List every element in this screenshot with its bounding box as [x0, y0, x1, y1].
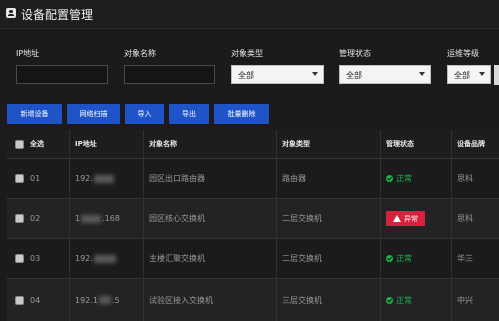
status-text: 正常: [396, 174, 412, 183]
filter-panel: IP地址 对象名称 对象类型 全部 管理状态 全部 运维等级 全部: [0, 36, 499, 94]
status-badge: 正常: [386, 295, 412, 306]
type-cell: 二层交换机: [282, 254, 322, 263]
name-cell: 主楼汇聚交换机: [149, 254, 205, 263]
status-badge: 正常: [386, 173, 412, 184]
row-select-cell: 03: [9, 239, 69, 278]
check-circle-icon: [386, 255, 393, 262]
table-row[interactable]: 02 1 .168 园区核心交换机 二层交换机 异常 思科: [7, 199, 499, 239]
ip-redaction: [93, 254, 116, 263]
title-bar: 设备配置管理: [0, 0, 499, 29]
status-text: 正常: [396, 295, 412, 305]
status-cell: 正常: [380, 279, 451, 321]
header-ip[interactable]: IP地址: [69, 130, 143, 158]
row-number: 01: [30, 174, 41, 183]
mgmt-status-select[interactable]: 全部: [339, 65, 431, 84]
ip-input[interactable]: [16, 65, 108, 84]
brand-cell: 华三: [457, 254, 473, 263]
table-row[interactable]: 03 192. 主楼汇聚交换机 二层交换机 正常 华三: [7, 239, 499, 279]
ops-level-value: 全部: [454, 71, 470, 80]
name-cell: 试验区接入交换机: [149, 295, 213, 305]
header-brand[interactable]: 设备品牌: [451, 130, 499, 158]
check-circle-icon: [386, 296, 393, 304]
select-all-checkbox[interactable]: [15, 139, 24, 149]
page-title: 设备配置管理: [21, 8, 94, 22]
ip-suffix: .168: [102, 214, 120, 223]
select-all-cell[interactable]: 全选: [9, 130, 69, 158]
name-cell: 园区出口路由器: [149, 174, 205, 183]
type-cell: 路由器: [282, 174, 306, 183]
batch-delete-button[interactable]: 批量删除: [214, 104, 269, 124]
name-cell: 园区核心交换机: [149, 214, 205, 223]
ip-redaction: [98, 296, 111, 304]
row-number: 03: [30, 254, 41, 263]
chevron-down-icon: [479, 72, 485, 76]
table-header: 全选 IP地址 对象名称 对象类型 管理状态 设备品牌: [7, 130, 499, 159]
mgmt-status-value: 全部: [346, 71, 362, 80]
ip-value: 192.1: [75, 295, 98, 305]
row-number: 04: [30, 295, 41, 305]
object-name-label: 对象名称: [124, 49, 156, 58]
row-checkbox[interactable]: [15, 214, 24, 223]
ip-suffix: .5: [111, 295, 120, 305]
ip-cell: 192.: [69, 159, 143, 198]
ip-redaction: [81, 214, 102, 223]
toolbar: 新增设备 网络扫描 导入 导出 批量删除: [0, 104, 499, 124]
status-text: 异常: [404, 214, 418, 223]
mgmt-status-label: 管理状态: [339, 49, 371, 58]
status-badge: 正常: [386, 253, 412, 264]
ip-value: 1: [75, 214, 81, 223]
table-row[interactable]: 01 192. 园区出口路由器 路由器 正常 思科: [7, 159, 499, 199]
row-select-cell: 01: [9, 159, 69, 198]
object-name-input[interactable]: [124, 65, 215, 84]
row-select-cell: 02: [9, 199, 69, 238]
header-name[interactable]: 对象名称: [143, 130, 276, 158]
select-all-label: 全选: [30, 140, 44, 148]
ip-cell: 192.: [69, 239, 143, 278]
warning-icon: [393, 215, 401, 222]
object-type-select[interactable]: 全部: [231, 65, 324, 84]
ops-level-label: 运维等级: [447, 49, 479, 58]
type-cell: 二层交换机: [282, 214, 322, 223]
ip-redaction: [93, 174, 114, 183]
user-card-icon: [6, 8, 16, 18]
search-button[interactable]: [494, 65, 499, 85]
ip-cell: 1 .168: [69, 199, 143, 238]
object-type-value: 全部: [238, 71, 254, 80]
ip-label: IP地址: [16, 49, 40, 58]
brand-cell: 中兴: [457, 295, 473, 305]
status-text: 正常: [396, 254, 412, 263]
network-scan-button[interactable]: 网络扫描: [67, 104, 120, 124]
status-cell: 正常: [380, 159, 451, 198]
status-badge: 异常: [386, 211, 425, 226]
status-cell: 正常: [380, 239, 451, 278]
object-type-label: 对象类型: [231, 49, 263, 58]
ip-value: 192.: [75, 174, 93, 183]
header-type[interactable]: 对象类型: [276, 130, 380, 158]
add-device-button[interactable]: 新增设备: [7, 104, 62, 124]
brand-cell: 思科: [457, 174, 473, 183]
table-row[interactable]: 04 192.1 .5 试验区接入交换机 三层交换机 正常 中兴: [7, 279, 499, 321]
chevron-down-icon: [419, 72, 425, 76]
check-circle-icon: [386, 175, 393, 182]
row-checkbox[interactable]: [15, 254, 24, 263]
chevron-down-icon: [312, 72, 318, 76]
row-number: 02: [30, 214, 41, 223]
ops-level-select[interactable]: 全部: [447, 65, 491, 84]
ip-value: 192.: [75, 254, 93, 263]
row-checkbox[interactable]: [15, 174, 24, 183]
status-cell: 异常: [380, 199, 451, 238]
export-button[interactable]: 导出: [169, 104, 209, 124]
brand-cell: 思科: [457, 214, 473, 223]
header-status[interactable]: 管理状态: [380, 130, 451, 158]
ip-cell: 192.1 .5: [69, 279, 143, 321]
type-cell: 三层交换机: [282, 295, 322, 305]
import-button[interactable]: 导入: [125, 104, 164, 124]
row-select-cell: 04: [9, 279, 69, 321]
row-checkbox[interactable]: [15, 295, 24, 305]
